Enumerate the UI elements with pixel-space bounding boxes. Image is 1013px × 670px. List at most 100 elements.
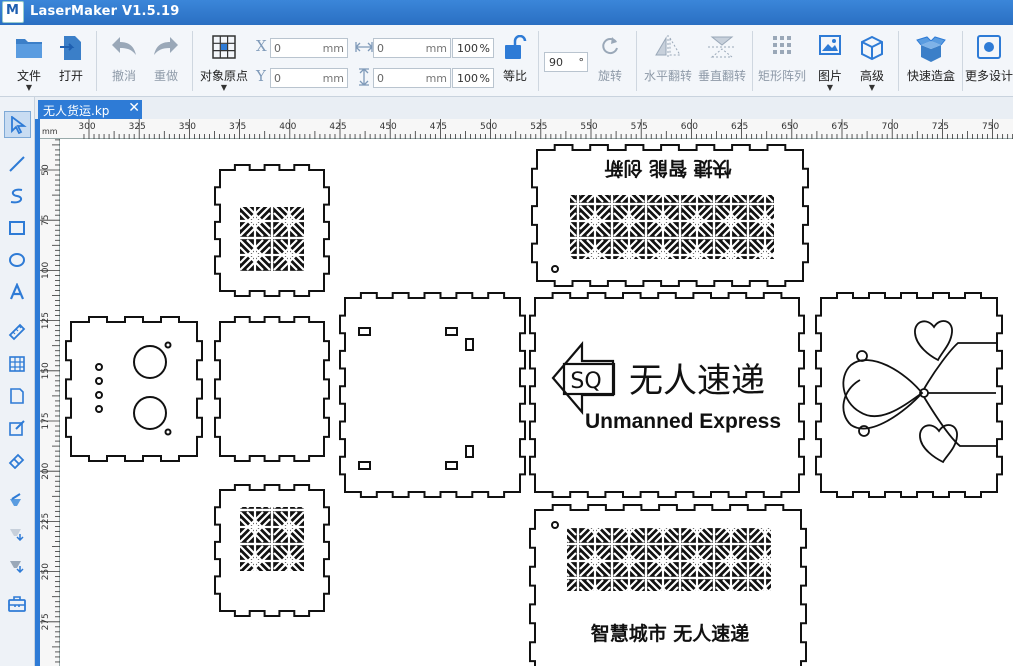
slot	[445, 461, 458, 470]
y-input[interactable]: 0 mm	[270, 68, 348, 88]
window-title: LaserMaker V1.5.19	[30, 4, 180, 19]
ruler-tick-label: 525	[530, 122, 547, 132]
ruler-tick-label: 300	[78, 122, 95, 132]
hole	[133, 345, 167, 379]
x-input[interactable]: 0 mm	[270, 38, 348, 58]
lattice-pattern	[567, 527, 771, 591]
ellipse-tool[interactable]	[4, 247, 31, 274]
ruler-tick-label: 700	[882, 122, 899, 132]
width-input[interactable]: 0 mm	[373, 38, 451, 58]
height-arrow-icon	[359, 68, 369, 86]
design-icon	[977, 35, 1001, 59]
rect-array-label: 矩形阵列	[757, 69, 806, 83]
box-panel[interactable]	[815, 292, 1003, 498]
proportional-lock-button[interactable]: 等比	[498, 25, 532, 97]
close-icon[interactable]: ✕	[128, 100, 140, 116]
flip-horizontal-button[interactable]: 水平翻转	[642, 25, 694, 97]
document-tab[interactable]: 无人货运.kp ✕	[38, 100, 142, 119]
logo-abbr-text: SQ	[570, 369, 601, 394]
lock-open-icon	[505, 35, 527, 59]
quick-box-button[interactable]: 快速造盒	[902, 25, 960, 97]
rectangle-tool[interactable]	[4, 215, 31, 242]
object-origin-button[interactable]: 对象原点 ▼	[196, 25, 252, 97]
flip-vertical-label: 垂直翻转	[697, 69, 746, 83]
advanced-label: 高级	[859, 69, 884, 83]
ruler-tick-label: 375	[229, 122, 246, 132]
separator	[752, 31, 753, 91]
vertical-ruler-ticks: 50 75 100 125 150 175 200 225 250 275	[40, 139, 60, 663]
slot	[465, 338, 474, 351]
heart-balloons-pattern	[842, 320, 996, 464]
slot	[445, 327, 458, 336]
ruler-tick-label: 600	[681, 122, 698, 132]
height-input[interactable]: 0 mm	[373, 68, 451, 88]
flip-horizontal-label: 水平翻转	[643, 69, 692, 83]
curve-tool[interactable]	[4, 183, 31, 210]
more-design-button[interactable]: 更多设计	[964, 25, 1013, 97]
ruler-tick-label: 200	[41, 462, 51, 479]
height-percent-input[interactable]: 100%	[452, 68, 494, 88]
edit-icon	[9, 420, 25, 436]
page-icon	[10, 388, 24, 404]
advanced-button[interactable]: 高级 ▼	[852, 25, 892, 97]
fill-down-alt-tool[interactable]	[4, 551, 31, 578]
app-logo: M	[2, 1, 24, 23]
bottom-panel-text: 智慧城市 无人速递	[591, 622, 750, 645]
box-panel[interactable]	[65, 316, 203, 462]
ruler-tick-label: 50	[41, 164, 51, 176]
chevron-down-icon: ▼	[826, 83, 834, 92]
undo-button[interactable]: 撤消	[104, 25, 144, 97]
table-tool[interactable]	[4, 351, 31, 378]
ruler-tick-label: 550	[580, 122, 597, 132]
grid-array-icon	[773, 36, 791, 54]
select-tool[interactable]	[4, 111, 31, 138]
image-button[interactable]: 图片 ▼	[810, 25, 850, 97]
text-icon	[9, 283, 25, 300]
ruler-tick-label: 475	[430, 122, 447, 132]
width-percent-input[interactable]: 100%	[452, 38, 494, 58]
rect-array-button[interactable]: 矩形阵列	[756, 25, 808, 97]
flip-vertical-button[interactable]: 垂直翻转	[696, 25, 748, 97]
drawing-canvas[interactable]: 快捷 智能 创新 SQ 无人速递 Unmanned Express 智慧城市 无…	[60, 140, 1013, 666]
ruler-tick-label: 100	[41, 262, 51, 279]
hole	[133, 396, 167, 430]
ruler-tick-label: 500	[480, 122, 497, 132]
vertical-ruler[interactable]: 50 75 100 125 150 175 200 225 250 275	[40, 139, 60, 666]
ruler-tick-label: 400	[279, 122, 296, 132]
object-origin-label: 对象原点	[199, 69, 248, 83]
open-button[interactable]: 打开	[52, 25, 90, 97]
text-tool[interactable]	[4, 279, 31, 306]
line-tool[interactable]	[4, 151, 31, 178]
edit-tool[interactable]	[4, 415, 31, 442]
file-button[interactable]: 文件 ▼	[8, 25, 50, 97]
toolbox-tool[interactable]	[4, 591, 31, 618]
ruler-tick-label: 725	[932, 122, 949, 132]
box-panel[interactable]	[214, 316, 330, 462]
eraser-tool[interactable]	[4, 447, 31, 474]
separator	[96, 31, 97, 91]
open-file-icon	[60, 36, 81, 60]
y-label: Y	[256, 67, 266, 85]
ruler-tick-label: 575	[631, 122, 648, 132]
hole	[164, 341, 172, 349]
page-tool[interactable]	[4, 383, 31, 410]
main-toolbar: 文件 ▼ 打开 撤消 重做 对象原点 ▼ X 0 mm Y 0 mm 0 mm 0 mm…	[0, 25, 1013, 97]
fill-down-tool[interactable]	[4, 519, 31, 546]
undo-label: 撤消	[111, 69, 136, 83]
angle-input[interactable]: 90 °	[544, 52, 588, 72]
hole	[164, 428, 172, 436]
grid-origin-icon	[212, 35, 236, 59]
box-panel[interactable]	[339, 292, 526, 498]
rotate-button[interactable]: 旋转	[592, 25, 628, 97]
document-tab-bar: 无人货运.kp ✕	[35, 97, 1013, 119]
fill-tool[interactable]	[4, 487, 31, 514]
horizontal-ruler[interactable]: mm 300 325 350 375 400 425 450 475 500 525 550 575 60…	[40, 119, 1013, 139]
ruler-icon	[8, 323, 26, 341]
ruler-tool[interactable]	[4, 319, 31, 346]
rotate-icon	[602, 37, 618, 55]
ruler-tick-label: 650	[781, 122, 798, 132]
redo-icon	[154, 37, 178, 55]
cube-icon	[861, 35, 883, 61]
redo-button[interactable]: 重做	[146, 25, 186, 97]
fill-down-icon	[10, 529, 24, 541]
